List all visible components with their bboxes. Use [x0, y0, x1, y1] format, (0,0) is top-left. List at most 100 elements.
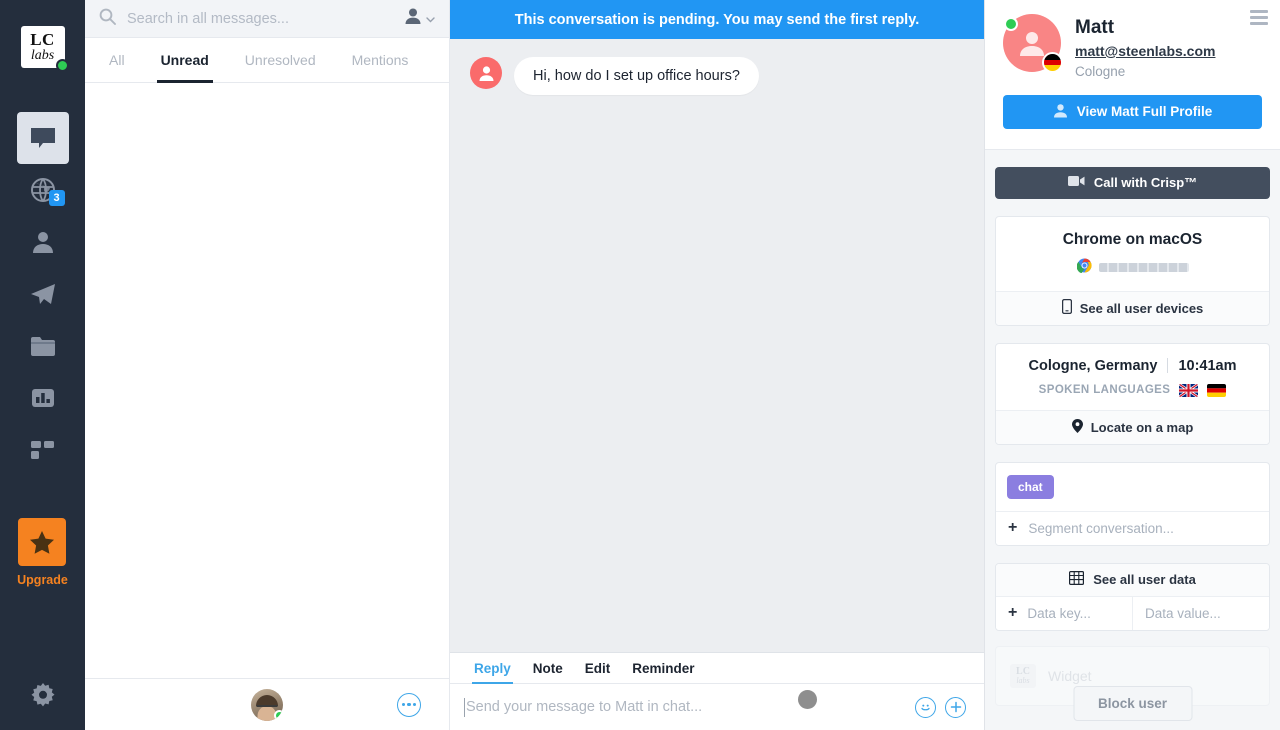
composer-tab-note[interactable]: Note — [523, 661, 573, 683]
sidebar-item-campaigns[interactable] — [17, 268, 69, 320]
tab-unread-label: Unread — [160, 52, 209, 68]
brand-logo-line1: LC — [30, 30, 55, 49]
widget-logo: LC labs — [1010, 663, 1036, 688]
crisp-app-window: LC labs 3 Upgrade Search in all messages… — [0, 0, 1280, 730]
assignee-filter-button[interactable] — [404, 7, 435, 30]
locate-on-map-button[interactable]: Locate on a map — [996, 409, 1269, 444]
smiley-icon[interactable] — [915, 696, 936, 718]
message-input[interactable] — [466, 699, 906, 715]
view-full-profile-button[interactable]: View Matt Full Profile — [1003, 94, 1262, 129]
mouse-cursor-indicator — [798, 690, 817, 709]
local-time: 10:41am — [1178, 357, 1237, 374]
tab-unread[interactable]: Unread — [143, 38, 227, 83]
user-data-card: See all user data + Data key... Data val… — [995, 562, 1270, 631]
data-key-input[interactable]: + Data key... — [996, 597, 1132, 630]
sidebar-item-inbox[interactable] — [16, 112, 69, 164]
chrome-icon — [1076, 258, 1092, 278]
plus-circle-icon[interactable] — [945, 696, 966, 718]
conversation-filter-tabs: All Unread Unresolved Mentions — [85, 38, 449, 83]
profile-email-link[interactable]: matt@steenlabs.com — [1075, 43, 1215, 59]
sidebar-item-visitors[interactable]: 3 — [17, 164, 69, 216]
see-all-user-devices-button[interactable]: See all user devices — [996, 290, 1269, 325]
device-card: Chrome on macOS See all user devices — [995, 215, 1270, 326]
profile-header: Matt matt@steenlabs.com Cologne View Mat… — [985, 0, 1280, 150]
composer-tabs: Reply Note Edit Reminder — [450, 653, 984, 684]
data-value-input[interactable]: Data value... — [1132, 596, 1269, 630]
bar-chart-icon — [31, 387, 55, 409]
spoken-languages-label: SPOKEN LANGUAGES — [1038, 384, 1171, 397]
tab-mentions[interactable]: Mentions — [334, 38, 427, 82]
folder-icon — [30, 335, 56, 357]
sidebar-item-helpdesk[interactable] — [17, 320, 69, 372]
data-entry-row: + Data key... Data value... — [996, 596, 1269, 630]
sidebar-item-plugins[interactable] — [17, 424, 69, 476]
sidebar-item-analytics[interactable] — [17, 372, 69, 424]
map-pin-icon — [1071, 418, 1083, 436]
sidebar-item-contacts[interactable] — [17, 216, 69, 268]
text-caret — [464, 697, 465, 717]
tab-mentions-label: Mentions — [351, 52, 409, 68]
upgrade-button[interactable]: Upgrade — [17, 518, 68, 587]
star-icon — [18, 518, 67, 566]
upgrade-label: Upgrade — [17, 573, 68, 587]
table-icon — [1069, 571, 1085, 588]
person-filter-icon — [404, 7, 423, 30]
conversation-list-footer — [85, 678, 449, 730]
conversation-items-container — [85, 83, 449, 678]
status-badge — [1004, 17, 1018, 31]
segments-chips: chat — [996, 463, 1269, 511]
block-user-button[interactable]: Block user — [1072, 686, 1193, 721]
person-icon — [1053, 103, 1068, 121]
page-title: Matt — [1075, 17, 1115, 38]
profile-city: Cologne — [1075, 63, 1126, 79]
hamburger-menu-icon[interactable] — [1246, 6, 1272, 29]
redacted-device-id — [1098, 263, 1189, 273]
user-detail-panel: Matt matt@steenlabs.com Cologne View Mat… — [985, 0, 1280, 730]
tab-all-label: All — [109, 52, 125, 68]
composer-tab-edit[interactable]: Edit — [575, 661, 621, 683]
avatar[interactable] — [1003, 14, 1063, 73]
left-nav-rail: LC labs 3 Upgrade — [0, 0, 85, 730]
brand-logo[interactable]: LC labs — [20, 26, 69, 72]
view-full-profile-label: View Matt Full Profile — [1076, 104, 1213, 120]
spoken-languages-row: SPOKEN LANGUAGES — [1006, 383, 1259, 397]
search-bar — [85, 0, 449, 38]
data-key-placeholder: Data key... — [1027, 605, 1091, 621]
call-with-crisp-button[interactable]: Call with Crisp™ — [995, 166, 1270, 199]
message-row: Hi, how do I set up office hours? — [470, 57, 964, 95]
conversation-list-pane: All Unread Unresolved Mentions — [85, 0, 450, 730]
search-input[interactable] — [127, 10, 404, 27]
rail-nav-list: 3 — [16, 112, 69, 476]
tab-unresolved-label: Unresolved — [244, 52, 316, 68]
message-list: Hi, how do I set up office hours? — [450, 39, 984, 652]
tab-all[interactable]: All — [91, 38, 143, 82]
see-all-user-data-label: See all user data — [1093, 572, 1196, 588]
segment-chip[interactable]: chat — [1007, 474, 1054, 499]
add-segment-row[interactable]: + Segment conversation... — [996, 510, 1269, 545]
see-all-user-data-button[interactable]: See all user data — [996, 563, 1269, 597]
data-value-placeholder: Data value... — [1145, 605, 1221, 621]
see-all-user-devices-label: See all user devices — [1079, 300, 1204, 316]
brand-online-dot — [55, 59, 69, 72]
tab-unresolved[interactable]: Unresolved — [227, 38, 334, 82]
composer-input-row — [450, 684, 984, 730]
segments-card: chat + Segment conversation... — [995, 461, 1270, 546]
panel-body: Call with Crisp™ Chrome on macOS See all… — [985, 150, 1280, 706]
ellipsis-icon[interactable] — [397, 692, 421, 717]
message-composer: Reply Note Edit Reminder — [450, 652, 984, 730]
chat-inbox-icon — [29, 126, 57, 150]
composer-tab-reminder[interactable]: Reminder — [622, 661, 704, 683]
operator-online-dot — [274, 709, 283, 721]
add-segment-placeholder: Segment conversation... — [1028, 520, 1174, 536]
chevron-down-icon — [426, 10, 435, 28]
pending-banner: This conversation is pending. You may se… — [450, 0, 984, 39]
location-card: Cologne, Germany 10:41am SPOKEN LANGUAGE… — [995, 342, 1270, 445]
call-with-crisp-label: Call with Crisp™ — [1093, 175, 1198, 191]
operator-avatar[interactable] — [251, 688, 283, 721]
video-camera-icon — [1067, 175, 1085, 190]
device-identity-row — [1006, 258, 1259, 278]
settings-button[interactable] — [0, 683, 85, 714]
visitors-badge: 3 — [48, 190, 65, 206]
composer-tab-reply[interactable]: Reply — [464, 661, 521, 684]
brand-logo-line2: labs — [30, 48, 55, 63]
